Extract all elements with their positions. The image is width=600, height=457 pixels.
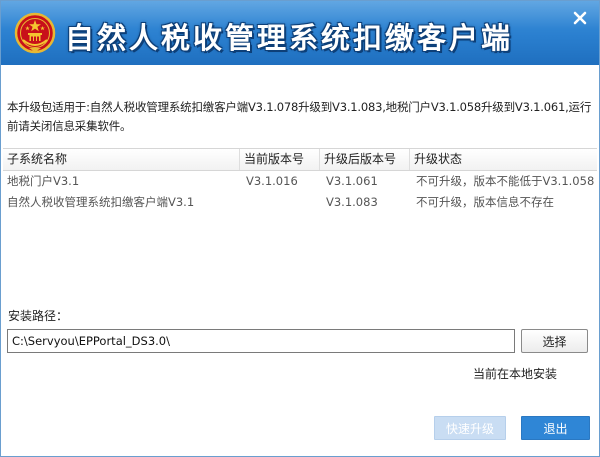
install-path-label: 安装路径： [8, 309, 69, 323]
column-header-target-version[interactable]: 升级后版本号 [320, 149, 410, 170]
table-row[interactable]: 地税门户V3.1 V3.1.016 V3.1.061 不可升级，版本不能低于V3… [3, 171, 597, 192]
install-location-status: 当前在本地安装 [473, 367, 558, 381]
title-bar[interactable]: 自然人税收管理系统扣缴客户端 [1, 1, 599, 65]
quick-upgrade-button[interactable]: 快速升级 [434, 416, 506, 440]
subsystem-table: 子系统名称 当前版本号 升级后版本号 升级状态 地税门户V3.1 V3.1.01… [3, 148, 597, 213]
install-path-input[interactable] [7, 329, 515, 353]
row-subsystem-name: 地税门户V3.1 [7, 174, 80, 188]
table-row[interactable]: 自然人税收管理系统扣缴客户端V3.1 V3.1.083 不可升级，版本信息不存在 [3, 192, 597, 213]
table-header: 子系统名称 当前版本号 升级后版本号 升级状态 [3, 148, 597, 171]
row-current-version [240, 192, 320, 213]
row-current-version: V3.1.016 [246, 174, 298, 188]
upgrade-window: 自然人税收管理系统扣缴客户端 本升级包适用于:自然人税收管理系统扣缴客户端V3.… [0, 0, 600, 457]
row-target-version: V3.1.061 [326, 174, 378, 188]
row-upgrade-status: 不可升级，版本信息不存在 [416, 195, 554, 209]
column-header-status[interactable]: 升级状态 [410, 149, 597, 170]
national-emblem-icon [14, 12, 56, 54]
column-header-name[interactable]: 子系统名称 [3, 149, 240, 170]
close-icon[interactable] [569, 7, 591, 29]
row-target-version: V3.1.083 [326, 195, 378, 209]
column-header-current-version[interactable]: 当前版本号 [240, 149, 320, 170]
browse-button[interactable]: 选择 [521, 329, 588, 353]
exit-button[interactable]: 退出 [521, 416, 590, 440]
upgrade-description: 本升级包适用于:自然人税收管理系统扣缴客户端V3.1.078升级到V3.1.08… [7, 100, 592, 133]
row-upgrade-status: 不可升级，版本不能低于V3.1.058 [416, 174, 595, 188]
row-subsystem-name: 自然人税收管理系统扣缴客户端V3.1 [7, 195, 195, 209]
app-title: 自然人税收管理系统扣缴客户端 [65, 21, 514, 55]
